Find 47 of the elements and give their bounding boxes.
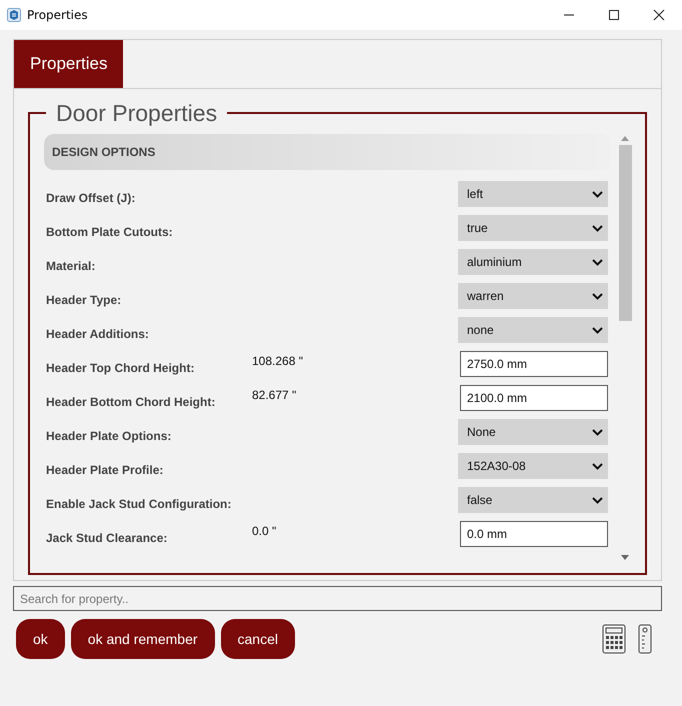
property-label: Header Plate Options: xyxy=(45,429,172,443)
property-label: Enable Jack Stud Configuration: xyxy=(45,497,232,511)
dropdown[interactable]: 152A30-08 xyxy=(458,453,608,479)
chevron-down-icon xyxy=(592,326,603,334)
maximize-icon[interactable] xyxy=(608,9,620,21)
property-label: Bottom Plate Cutouts: xyxy=(45,225,174,239)
calculator-icon[interactable] xyxy=(602,624,626,654)
chevron-down-icon xyxy=(592,190,603,198)
dropdown[interactable]: warren xyxy=(458,283,608,309)
dropdown[interactable]: None xyxy=(458,419,608,445)
app-icon xyxy=(7,8,21,22)
action-button[interactable]: ok and remember xyxy=(70,619,215,659)
ruler-icon[interactable] xyxy=(638,624,652,654)
value-field[interactable]: 2750.0 mm xyxy=(460,351,608,377)
dropdown[interactable]: none xyxy=(458,317,608,343)
chevron-down-icon xyxy=(592,258,603,266)
property-label: Jack Stud Clearance: xyxy=(45,531,168,545)
search-field[interactable]: Search for property.. xyxy=(13,586,662,611)
inch-reading: 0.0 " xyxy=(252,524,276,538)
scroll-down-icon[interactable] xyxy=(621,555,629,560)
value-field[interactable]: 0.0 mm xyxy=(460,521,608,547)
property-label: Header Top Chord Height: xyxy=(45,361,196,375)
dropdown[interactable]: true xyxy=(458,215,608,241)
property-label: Material: xyxy=(45,259,96,273)
chevron-down-icon xyxy=(592,496,603,504)
action-button[interactable]: cancel xyxy=(220,619,295,659)
tab[interactable]: Properties xyxy=(14,40,124,88)
property-label: Header Bottom Chord Height: xyxy=(45,395,216,409)
chevron-down-icon xyxy=(592,292,603,300)
property-label: Draw Offset (J): xyxy=(45,191,136,205)
chevron-down-icon xyxy=(592,462,603,470)
chevron-down-icon xyxy=(592,428,603,436)
dropdown[interactable]: false xyxy=(458,487,608,513)
inch-reading: 82.677 " xyxy=(252,388,296,402)
scrollbar-thumb[interactable] xyxy=(618,145,632,321)
window-title: Properties xyxy=(27,8,88,22)
property-label: Header Additions: xyxy=(45,327,150,341)
property-label: Header Type: xyxy=(45,293,122,307)
chevron-down-icon xyxy=(592,224,603,232)
close-icon[interactable] xyxy=(653,9,665,21)
scroll-up-icon[interactable] xyxy=(621,136,629,141)
value-field[interactable]: 2100.0 mm xyxy=(460,385,608,411)
action-button[interactable]: ok xyxy=(16,619,65,659)
property-label: Header Plate Profile: xyxy=(45,463,164,477)
dropdown[interactable]: left xyxy=(458,181,608,207)
inch-reading: 108.268 " xyxy=(252,354,303,368)
dropdown[interactable]: aluminium xyxy=(458,249,608,275)
